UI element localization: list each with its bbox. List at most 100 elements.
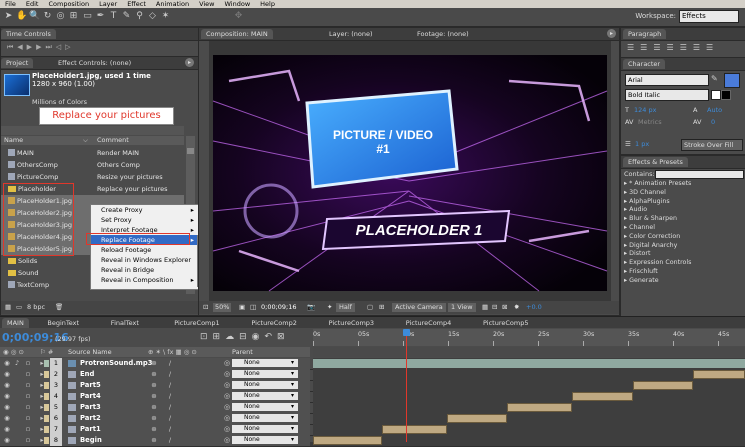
stroke-width-value[interactable]: 1 px bbox=[635, 140, 649, 148]
label-color-swatch[interactable] bbox=[44, 382, 49, 389]
effect-category[interactable]: ▸ Frischluft bbox=[621, 268, 745, 277]
timeline-tab[interactable]: PictureComp3 bbox=[324, 318, 379, 328]
menu-item-window[interactable]: Window bbox=[220, 0, 256, 8]
audio-icon[interactable] bbox=[13, 425, 21, 433]
layer-duration-bar[interactable] bbox=[382, 425, 447, 434]
lock-icon[interactable]: ▫ bbox=[24, 370, 32, 378]
effect-category[interactable]: ▸ * Animation Presets bbox=[621, 180, 745, 189]
camera-select[interactable]: Active Camera bbox=[392, 303, 446, 312]
tab-paragraph[interactable]: Paragraph bbox=[623, 29, 667, 39]
visibility-icon[interactable]: ◉ bbox=[3, 359, 11, 367]
viewer-menu-icon[interactable]: ▸ bbox=[607, 29, 616, 38]
column-comment-header[interactable]: Comment bbox=[97, 136, 129, 145]
shy-switch-icon[interactable]: ⊛ bbox=[150, 425, 158, 433]
menu-item-view[interactable]: View bbox=[194, 0, 219, 8]
always-preview-icon[interactable]: ⊡ bbox=[203, 301, 208, 314]
audio-icon[interactable]: ♪ bbox=[13, 359, 21, 367]
channel-icon[interactable]: ✦ bbox=[327, 301, 332, 314]
tab-project[interactable]: Project bbox=[1, 58, 34, 68]
new-folder-icon[interactable]: ▭ bbox=[16, 301, 22, 314]
delete-icon[interactable]: 🗑 bbox=[55, 301, 63, 314]
visibility-icon[interactable]: ◉ bbox=[3, 414, 11, 422]
chevron-down-icon[interactable]: ▾ bbox=[291, 403, 294, 410]
grid-icon[interactable]: ▦ bbox=[482, 301, 488, 314]
parent-select[interactable]: None bbox=[232, 359, 298, 367]
current-time-indicator[interactable] bbox=[402, 329, 410, 442]
flowchart-icon[interactable]: ⊠ bbox=[502, 301, 507, 314]
workspace-select[interactable]: Effects bbox=[679, 10, 739, 23]
tab-footage[interactable]: Footage: (none) bbox=[412, 29, 474, 39]
mask-tool-icon[interactable]: ▭ bbox=[82, 11, 93, 22]
layer-track[interactable] bbox=[313, 402, 745, 413]
layer-name[interactable]: End bbox=[80, 369, 94, 380]
layer-name[interactable]: ProtronSound.mp3 bbox=[80, 358, 152, 369]
shy-switch-icon[interactable]: ⊛ bbox=[150, 392, 158, 400]
layer-name[interactable]: Part2 bbox=[80, 413, 101, 424]
menu-item-layer[interactable]: Layer bbox=[94, 0, 122, 8]
work-area-bar[interactable] bbox=[313, 347, 745, 357]
layer-duration-bar[interactable] bbox=[507, 403, 573, 412]
tab-character[interactable]: Character bbox=[623, 59, 666, 69]
layer-name[interactable]: Part5 bbox=[80, 380, 101, 391]
effect-category[interactable]: ▸ Blur & Sharpen bbox=[621, 215, 745, 224]
shy-switch-icon[interactable]: ⊛ bbox=[150, 359, 158, 367]
text-tool-icon[interactable]: T bbox=[108, 11, 119, 22]
layer-track[interactable] bbox=[313, 391, 745, 402]
zoom-tool-icon[interactable]: 🔍 bbox=[29, 11, 40, 22]
label-color-swatch[interactable] bbox=[44, 360, 49, 367]
viewer-canvas-area[interactable]: PICTURE / VIDEO #1 PLACEHOLDER 1 bbox=[209, 41, 611, 305]
chevron-down-icon[interactable]: ▾ bbox=[291, 392, 294, 399]
resolution-select[interactable]: Half bbox=[336, 303, 355, 312]
viewer-timecode[interactable]: 0;00;09;16 bbox=[261, 301, 297, 314]
quality-switch-icon[interactable]: / bbox=[166, 392, 174, 400]
parent-header[interactable]: Parent bbox=[232, 347, 253, 357]
label-color-swatch[interactable] bbox=[44, 404, 49, 411]
time-ruler[interactable]: 0s05s10s15s20s25s30s35s40s45s bbox=[313, 329, 745, 346]
paragraph-align-icons[interactable]: ☰☰☰☰☰☰☰ bbox=[627, 43, 719, 52]
effects-search-input[interactable] bbox=[655, 170, 744, 179]
axis-mode-icon[interactable]: ✥ bbox=[233, 11, 244, 22]
menu-item-help[interactable]: Help bbox=[255, 0, 280, 8]
chevron-down-icon[interactable]: ▾ bbox=[291, 370, 294, 377]
source-name-header[interactable]: Source Name bbox=[68, 347, 112, 357]
black-swatch[interactable] bbox=[721, 90, 731, 100]
tab-layer[interactable]: Layer: (none) bbox=[324, 29, 378, 39]
quality-switch-icon[interactable]: / bbox=[166, 414, 174, 422]
column-name-header[interactable]: Name bbox=[4, 136, 23, 145]
exposure-value[interactable]: +0.0 bbox=[526, 301, 542, 314]
layer-duration-bar[interactable] bbox=[693, 370, 745, 379]
snapshot-icon[interactable]: ◫ bbox=[250, 301, 256, 314]
pickwhip-icon[interactable]: ◎ bbox=[224, 414, 230, 422]
pickwhip-icon[interactable]: ◎ bbox=[224, 381, 230, 389]
pickwhip-icon[interactable]: ◎ bbox=[224, 403, 230, 411]
rotate-tool-icon[interactable]: ↻ bbox=[42, 11, 53, 22]
playhead-knob[interactable] bbox=[402, 329, 410, 336]
puppet-tool-icon[interactable]: ✶ bbox=[160, 11, 171, 22]
timeline-tab[interactable]: MAIN bbox=[2, 318, 29, 328]
layer-name[interactable]: Part4 bbox=[80, 391, 101, 402]
effect-category[interactable]: ▸ 3D Channel bbox=[621, 189, 745, 198]
pickwhip-icon[interactable]: ◎ bbox=[224, 370, 230, 378]
timeline-tab[interactable]: PictureComp4 bbox=[401, 318, 456, 328]
shy-switch-icon[interactable]: ⊛ bbox=[150, 414, 158, 422]
parent-select[interactable]: None bbox=[232, 436, 298, 444]
label-color-swatch[interactable] bbox=[44, 426, 49, 433]
audio-icon[interactable] bbox=[13, 436, 21, 444]
white-swatch[interactable] bbox=[711, 90, 721, 100]
audio-icon[interactable] bbox=[13, 381, 21, 389]
roi-icon[interactable]: ▢ bbox=[367, 301, 373, 314]
context-menu-item[interactable]: Reveal in Composition ▸ bbox=[91, 275, 198, 285]
workspace-selector[interactable]: Workspace: Effects bbox=[635, 10, 739, 23]
fast-preview-icon[interactable]: ✸ bbox=[514, 301, 519, 314]
pan-behind-tool-icon[interactable]: ⊞ bbox=[68, 11, 79, 22]
visibility-icon[interactable]: ◉ bbox=[3, 403, 11, 411]
layer-name[interactable]: Part3 bbox=[80, 402, 101, 413]
timeline-tab[interactable]: FinalText bbox=[106, 318, 144, 328]
parent-select[interactable]: None bbox=[232, 392, 298, 400]
fill-color-swatch[interactable] bbox=[724, 73, 740, 88]
project-item[interactable]: MAIN Render MAIN bbox=[1, 147, 184, 159]
lock-icon[interactable]: ▫ bbox=[24, 403, 32, 411]
menu-item-composition[interactable]: Composition bbox=[43, 0, 94, 8]
quality-switch-icon[interactable]: / bbox=[166, 381, 174, 389]
timeline-tab[interactable]: PictureComp5 bbox=[478, 318, 533, 328]
